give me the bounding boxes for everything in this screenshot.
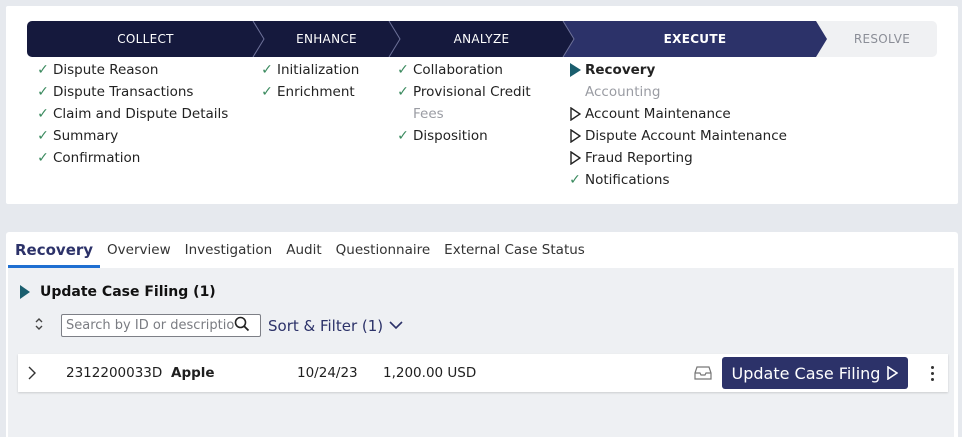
check-icon: ✓ xyxy=(397,128,409,144)
search-input[interactable] xyxy=(66,318,234,333)
play-outline-icon xyxy=(565,151,585,165)
update-case-filing-button[interactable]: Update Case Filing xyxy=(722,357,908,389)
execute-steps: Recovery Accounting Account Maintenance … xyxy=(565,59,787,191)
sort-filter-button[interactable]: Sort & Filter (1) xyxy=(268,317,403,335)
step-initialization[interactable]: ✓ Initialization xyxy=(257,59,359,81)
stage-enhance[interactable]: ENHANCE xyxy=(253,21,400,57)
sort-toggle-icon[interactable] xyxy=(32,316,46,336)
step-dispute-account-maintenance[interactable]: Dispute Account Maintenance xyxy=(565,125,787,147)
check-icon: ✓ xyxy=(397,62,409,78)
search-box xyxy=(61,314,261,337)
list-toolbar: Sort & Filter (1) xyxy=(32,314,403,337)
transaction-date: 10/24/23 xyxy=(297,365,358,381)
search-icon[interactable] xyxy=(234,316,250,336)
step-accounting: Accounting xyxy=(585,84,661,100)
play-filled-icon xyxy=(565,63,585,77)
play-outline-icon xyxy=(565,107,585,121)
check-icon: ✓ xyxy=(37,150,49,166)
recovery-tab-content: Update Case Filing (1) Sort & Filter (1)… xyxy=(8,268,954,437)
tab-external-case-status[interactable]: External Case Status xyxy=(437,232,592,268)
tab-overview[interactable]: Overview xyxy=(100,232,178,268)
tab-recovery[interactable]: Recovery xyxy=(8,232,101,268)
stage-resolve[interactable]: RESOLVE xyxy=(827,21,937,57)
case-work-panel: Recovery Overview Investigation Audit Qu… xyxy=(6,232,958,437)
check-icon: ✓ xyxy=(397,84,409,100)
inbox-icon[interactable] xyxy=(691,366,715,380)
step-dispute-transactions[interactable]: ✓ Dispute Transactions xyxy=(33,81,228,103)
step-claim-details[interactable]: ✓ Claim and Dispute Details xyxy=(33,103,228,125)
check-icon: ✓ xyxy=(37,62,49,78)
merchant-name: Apple xyxy=(171,365,215,381)
step-provisional-credit[interactable]: ✓ Provisional Credit xyxy=(393,81,531,103)
enhance-steps: ✓ Initialization ✓ Enrichment xyxy=(257,59,359,103)
step-confirmation[interactable]: ✓ Confirmation xyxy=(33,147,228,169)
step-dispute-reason[interactable]: ✓ Dispute Reason xyxy=(33,59,228,81)
chevron-down-icon xyxy=(389,321,403,330)
check-icon: ✓ xyxy=(261,84,273,100)
analyze-steps: ✓ Collaboration ✓ Provisional Credit Fees … xyxy=(393,59,531,147)
section-title: Update Case Filing (1) xyxy=(40,284,216,300)
step-enrichment[interactable]: ✓ Enrichment xyxy=(257,81,359,103)
tab-audit[interactable]: Audit xyxy=(279,232,328,268)
stage-separator-icon xyxy=(252,21,265,57)
tab-questionnaire[interactable]: Questionnaire xyxy=(329,232,438,268)
check-icon: ✓ xyxy=(37,84,49,100)
tab-bar: Recovery Overview Investigation Audit Qu… xyxy=(8,232,592,268)
collapse-triangle-icon[interactable] xyxy=(20,285,30,299)
tab-investigation[interactable]: Investigation xyxy=(178,232,280,268)
stage-analyze[interactable]: ANALYZE xyxy=(389,21,574,57)
stage-execute[interactable]: EXECUTE xyxy=(563,21,827,57)
step-collaboration[interactable]: ✓ Collaboration xyxy=(393,59,531,81)
stage-separator-icon xyxy=(388,21,401,57)
play-outline-icon xyxy=(565,129,585,143)
step-recovery[interactable]: Recovery xyxy=(565,59,787,81)
step-summary[interactable]: ✓ Summary xyxy=(33,125,228,147)
check-icon: ✓ xyxy=(569,172,581,188)
stage-stepper: COLLECT ENHANCE ANALYZE EXECUTE RESOLVE xyxy=(27,21,937,57)
section-header[interactable]: Update Case Filing (1) xyxy=(20,284,216,300)
step-notifications[interactable]: ✓ Notifications xyxy=(565,169,787,191)
table-row[interactable]: 2312200033D Apple 10/24/23 1,200.00 USD … xyxy=(18,354,948,392)
transaction-amount: 1,200.00 USD xyxy=(383,365,477,381)
case-id: 2312200033D xyxy=(66,365,163,381)
step-fees: Fees xyxy=(413,106,444,122)
case-progress-panel: COLLECT ENHANCE ANALYZE EXECUTE RESOLVE … xyxy=(6,6,958,204)
step-fraud-reporting[interactable]: Fraud Reporting xyxy=(565,147,787,169)
chevron-right-icon[interactable] xyxy=(18,366,46,380)
check-icon: ✓ xyxy=(37,128,49,144)
collect-steps: ✓ Dispute Reason ✓ Dispute Transactions ✓ C… xyxy=(33,59,228,169)
step-disposition[interactable]: ✓ Disposition xyxy=(393,125,531,147)
stage-separator-icon xyxy=(562,21,575,57)
check-icon: ✓ xyxy=(37,106,49,122)
play-outline-icon xyxy=(887,366,899,380)
step-account-maintenance[interactable]: Account Maintenance xyxy=(565,103,787,125)
more-options-icon[interactable] xyxy=(922,365,942,381)
check-icon: ✓ xyxy=(261,62,273,78)
stage-collect[interactable]: COLLECT xyxy=(27,21,264,57)
